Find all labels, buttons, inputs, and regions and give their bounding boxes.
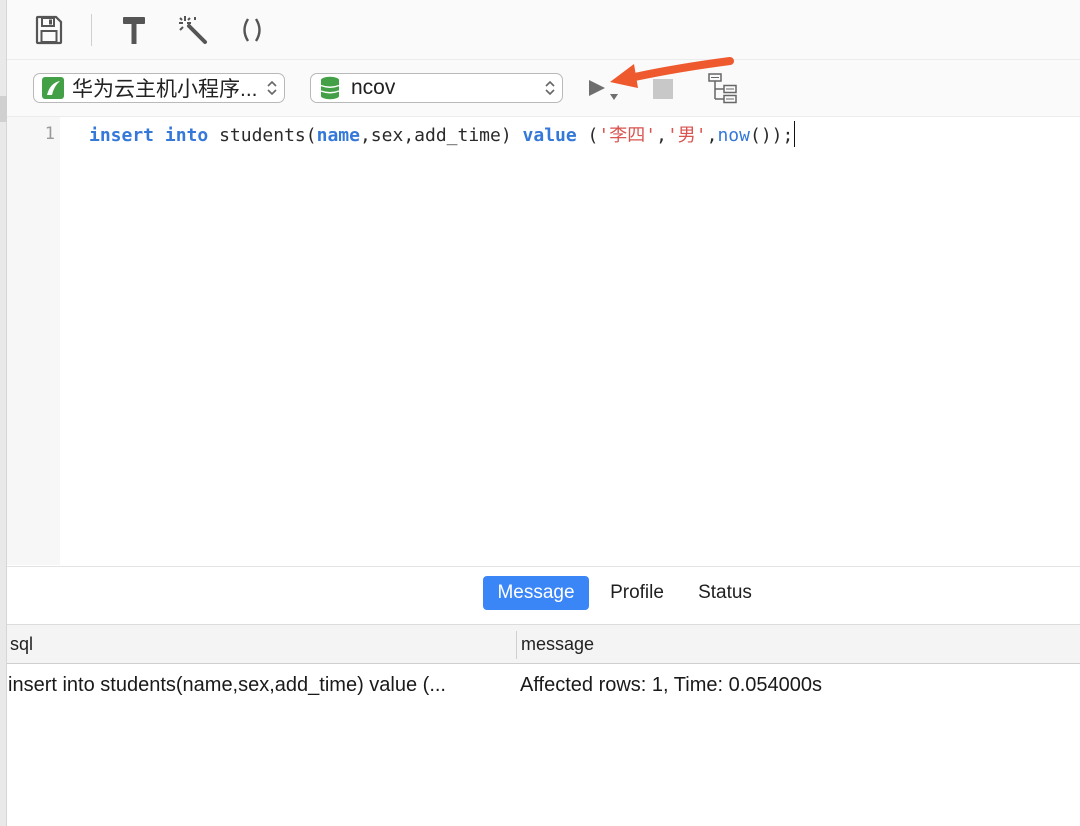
connection-icon — [42, 77, 64, 99]
stop-button[interactable] — [652, 78, 674, 100]
toolbar-separator — [91, 14, 92, 46]
column-divider[interactable] — [516, 631, 517, 659]
hammer-icon[interactable] — [117, 13, 151, 47]
code-keyword: insert — [89, 125, 155, 146]
code-keyword: value — [522, 125, 577, 146]
code-text: ,sex,add_time) — [359, 125, 523, 146]
code-keyword: into — [164, 125, 209, 146]
line-number: 1 — [44, 124, 55, 144]
code-string: '李四' — [598, 125, 657, 146]
sql-editor[interactable]: 1 insert into students(name,sex,add_time… — [7, 116, 1080, 566]
column-header-sql[interactable]: sql — [10, 625, 33, 663]
updown-chevron-icon — [267, 80, 277, 96]
stop-icon — [653, 79, 673, 99]
play-icon — [589, 80, 618, 100]
results-tabs: Message Profile Status — [7, 567, 1080, 624]
line-gutter: 1 — [7, 117, 60, 565]
code-text: ( — [576, 125, 599, 146]
code-function: now — [717, 125, 750, 146]
database-select[interactable]: ncov — [310, 73, 563, 103]
code-line[interactable]: insert into students(name,sex,add_time) … — [89, 121, 796, 148]
code-text: , — [706, 125, 718, 146]
column-header-message[interactable]: message — [521, 625, 594, 663]
code-string: '男' — [666, 125, 707, 146]
tab-message[interactable]: Message — [483, 576, 589, 610]
results-panel: Message Profile Status sql message inser… — [7, 566, 1080, 826]
editor-toolbar — [7, 0, 1080, 60]
query-toolbar: 华为云主机小程序... ncov — [7, 60, 1080, 116]
run-button[interactable] — [585, 74, 625, 104]
parentheses-icon[interactable] — [235, 13, 269, 47]
cell-sql[interactable]: insert into students(name,sex,add_time) … — [8, 665, 516, 705]
magic-wand-icon[interactable] — [176, 13, 210, 47]
connection-label: 华为云主机小程序... — [72, 78, 258, 101]
database-label: ncov — [351, 76, 396, 99]
left-sidebar-edge — [0, 0, 7, 826]
cell-message[interactable]: Affected rows: 1, Time: 0.054000s — [520, 665, 1080, 705]
table-row[interactable]: insert into students(name,sex,add_time) … — [7, 665, 1080, 705]
code-text: ()); — [749, 125, 794, 146]
text-caret — [794, 121, 796, 147]
code-keyword: name — [316, 125, 360, 146]
tab-status[interactable]: Status — [687, 576, 763, 610]
sidebar-selection-mark — [0, 96, 7, 122]
database-icon — [320, 76, 340, 100]
save-icon[interactable] — [32, 13, 66, 47]
connection-select[interactable]: 华为云主机小程序... — [33, 73, 285, 103]
code-text: , — [656, 125, 667, 146]
results-table-header: sql message — [7, 624, 1080, 664]
tab-profile[interactable]: Profile — [597, 576, 677, 610]
code-text: students( — [208, 125, 317, 146]
explain-button[interactable] — [706, 72, 740, 106]
updown-chevron-icon — [545, 80, 555, 96]
explain-tree-icon — [708, 73, 737, 104]
